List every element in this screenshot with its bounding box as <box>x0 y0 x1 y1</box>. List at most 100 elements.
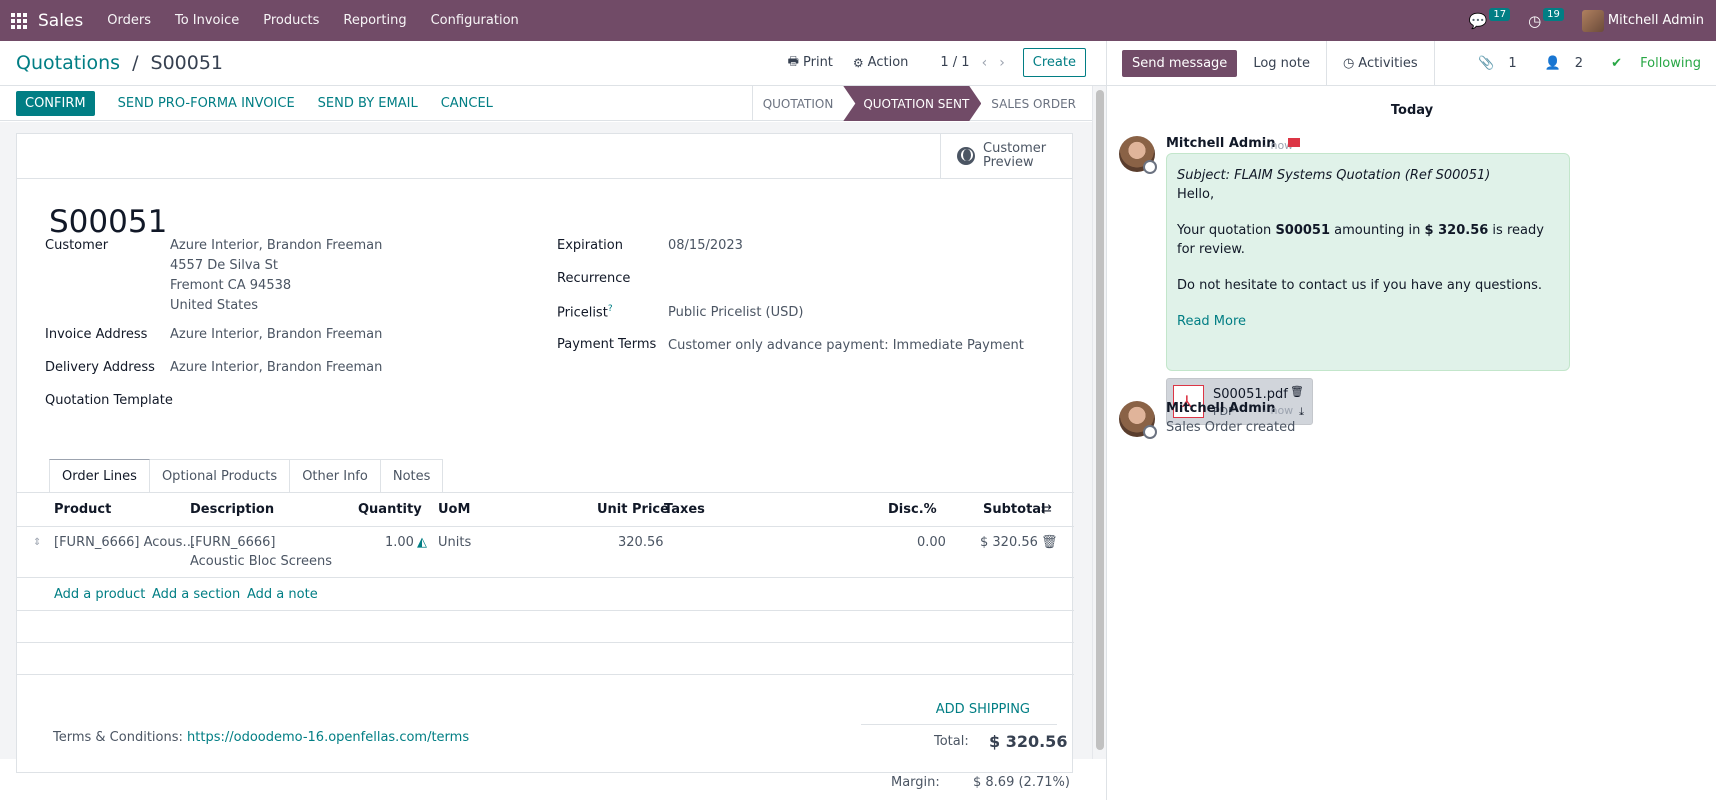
cell-description-1[interactable]: [FURN_6666] <box>190 535 275 550</box>
followers-count: 2 <box>1574 56 1584 71</box>
activity-menu[interactable]: ◷ 19 <box>1528 8 1564 30</box>
col-uom[interactable]: UoM <box>438 502 470 517</box>
col-description[interactable]: Description <box>190 502 274 517</box>
avatar[interactable] <box>1119 401 1157 439</box>
print-button[interactable]: 🖶 Print <box>788 52 833 73</box>
message-ref: S00051 <box>1275 223 1331 238</box>
gear-icon: ⚙ <box>852 55 864 70</box>
pricelist-help-icon[interactable]: ? <box>608 304 613 314</box>
menu-products[interactable]: Products <box>251 13 331 28</box>
invoice-address-field[interactable]: Azure Interior, Brandon Freeman <box>170 325 382 345</box>
app-brand[interactable]: Sales <box>38 11 95 31</box>
pager-prev-icon[interactable]: ‹ <box>982 55 988 71</box>
total-value: $ 320.56 <box>989 732 1068 751</box>
customer-label: Customer <box>45 238 109 253</box>
send-proforma-button[interactable]: SEND PRO-FORMA INVOICE <box>118 96 295 111</box>
cell-uom[interactable]: Units <box>438 535 471 550</box>
add-product-link[interactable]: Add a product <box>54 587 145 602</box>
margin-label: Margin: <box>891 775 940 790</box>
message-text: Your quotation <box>1177 223 1276 238</box>
stage-quotation-sent[interactable]: QUOTATION SENT <box>843 86 981 121</box>
col-quantity[interactable]: Quantity <box>358 502 422 517</box>
pricelist-label-text: Pricelist <box>557 305 608 321</box>
send-message-button[interactable]: Send message <box>1122 49 1238 77</box>
activities-label: Activities <box>1358 55 1418 71</box>
control-panel: Quotations / S00051 🖶 Print ⚙ Action 1 / 1… <box>0 41 1106 86</box>
table-row[interactable]: ⇕ [FURN_6666] Acous… [FURN_6666] Acousti… <box>17 527 1074 578</box>
invoice-address-label: Invoice Address <box>45 327 148 342</box>
messaging-menu[interactable]: 💬 17 <box>1469 8 1511 30</box>
tab-order-lines[interactable]: Order Lines <box>49 459 150 493</box>
customer-preview-button[interactable]: Customer Preview <box>940 134 1072 178</box>
forecast-chart-icon[interactable]: ◭ <box>417 535 427 550</box>
add-section-link[interactable]: Add a section <box>152 587 240 602</box>
followers-button[interactable]: 👤 2 <box>1531 56 1583 71</box>
message-time: - now <box>1263 404 1294 417</box>
optional-columns-icon[interactable]: ⇄ <box>1041 502 1052 517</box>
cell-quantity[interactable]: 1.00 <box>385 535 414 550</box>
cancel-button[interactable]: CANCEL <box>441 96 493 111</box>
totals-divider <box>861 724 1057 725</box>
tab-other-info[interactable]: Other Info <box>289 459 381 493</box>
apps-menu-icon[interactable] <box>0 0 38 41</box>
download-icon[interactable]: ⤓ <box>1299 405 1304 419</box>
read-more-link[interactable]: Read More <box>1177 314 1246 329</box>
stage-sales-order[interactable]: SALES ORDER <box>981 86 1086 121</box>
col-taxes[interactable]: Taxes <box>664 502 705 517</box>
menu-reporting[interactable]: Reporting <box>331 13 418 28</box>
expiration-field[interactable]: 08/15/2023 <box>668 236 743 256</box>
pager-next-icon[interactable]: › <box>999 55 1005 71</box>
confirm-button[interactable]: CONFIRM <box>16 90 95 116</box>
form-scrollbar[interactable] <box>1092 86 1106 759</box>
cell-unit-price[interactable]: 320.56 <box>618 535 664 550</box>
col-discount[interactable]: Disc.% <box>888 502 937 517</box>
pricelist-field[interactable]: Public Pricelist (USD) <box>668 303 803 323</box>
col-unit-price[interactable]: Unit Price <box>597 502 669 517</box>
breadcrumb-quotations[interactable]: Quotations <box>16 52 120 74</box>
pricelist-label: Pricelist? <box>557 304 613 320</box>
attachment-name[interactable]: S00051.pdf <box>1213 387 1288 402</box>
send-email-button[interactable]: SEND BY EMAIL <box>318 96 418 111</box>
terms-link[interactable]: https://odoodemo-16.openfellas.com/terms <box>187 730 469 745</box>
col-product[interactable]: Product <box>54 502 111 517</box>
tab-optional-products[interactable]: Optional Products <box>148 459 291 493</box>
payment-terms-field[interactable]: Customer only advance payment: Immediate… <box>668 336 1024 356</box>
attachments-button[interactable]: 📎 1 <box>1464 56 1516 71</box>
cell-subtotal: $ 320.56 <box>980 535 1038 550</box>
avatar[interactable] <box>1119 136 1157 174</box>
scroll-thumb[interactable] <box>1096 90 1104 750</box>
stage-quotation[interactable]: QUOTATION <box>751 86 844 121</box>
total-label: Total: <box>934 734 969 749</box>
drag-handle-icon[interactable]: ⇕ <box>33 537 41 548</box>
cell-discount[interactable]: 0.00 <box>917 535 946 550</box>
customer-field[interactable]: Azure Interior, Brandon Freeman 4557 De … <box>170 236 382 316</box>
menu-configuration[interactable]: Configuration <box>419 13 531 28</box>
tab-notes[interactable]: Notes <box>379 459 444 493</box>
pager-value[interactable]: 1 / 1 <box>940 55 969 70</box>
log-note-button[interactable]: Log note <box>1237 40 1327 86</box>
activities-button[interactable]: ◷ Activities <box>1327 40 1435 86</box>
message-author[interactable]: Mitchell Admin <box>1166 401 1275 416</box>
page-title: S00051 <box>49 204 168 240</box>
trash-icon[interactable]: 🗑 <box>1041 535 1058 550</box>
action-button[interactable]: ⚙ Action <box>853 55 908 70</box>
message-amount: $ 320.56 <box>1424 223 1489 238</box>
breadcrumb-separator: / <box>132 52 139 74</box>
message-author[interactable]: Mitchell Admin <box>1166 136 1275 151</box>
delivery-address-field[interactable]: Azure Interior, Brandon Freeman <box>170 358 382 378</box>
customer-line: United States <box>170 298 259 313</box>
col-subtotal[interactable]: Subtotal <box>983 502 1046 517</box>
cell-description-2[interactable]: Acoustic Bloc Screens <box>190 554 332 569</box>
following-button[interactable]: ✔ Following <box>1597 56 1701 71</box>
create-button[interactable]: Create <box>1022 48 1086 77</box>
terms-conditions: Terms & Conditions: https://odoodemo-16.… <box>53 730 469 745</box>
user-menu[interactable]: Mitchell Admin <box>1581 9 1704 32</box>
add-note-link[interactable]: Add a note <box>247 587 318 602</box>
customer-line: Azure Interior, Brandon Freeman <box>170 238 383 253</box>
cell-product[interactable]: [FURN_6666] Acous… <box>54 535 195 550</box>
menu-orders[interactable]: Orders <box>95 13 163 28</box>
add-shipping-button[interactable]: ADD SHIPPING <box>936 702 1030 717</box>
preview-label-2: Preview <box>983 155 1034 170</box>
menu-to-invoice[interactable]: To Invoice <box>163 13 251 28</box>
trash-icon[interactable]: 🗑 <box>1290 385 1304 398</box>
